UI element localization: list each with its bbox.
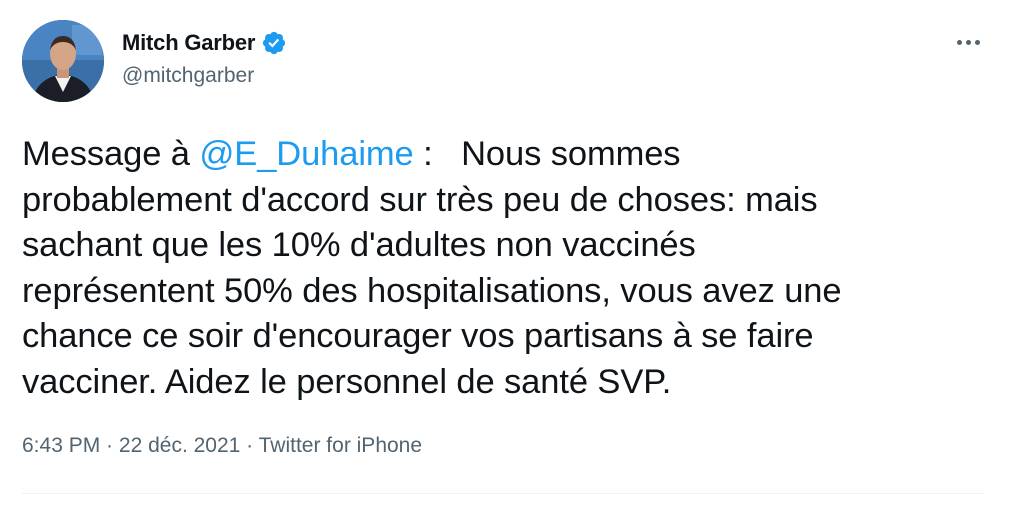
author-display-name[interactable]: Mitch Garber	[122, 30, 255, 56]
more-dot	[965, 39, 971, 45]
verified-badge-icon	[261, 30, 287, 56]
author-handle[interactable]: @mitchgarber	[122, 64, 254, 88]
tweet-text-line-2: probablement d'accord sur très peu de ch…	[22, 180, 818, 219]
more-dot	[974, 39, 980, 45]
divider	[22, 493, 984, 494]
avatar[interactable]	[22, 20, 104, 102]
tweet-text-line-3: sachant que les 10% d'adultes non vaccin…	[22, 226, 696, 265]
more-options-icon[interactable]	[950, 28, 986, 56]
tweet-time[interactable]: 6:43 PM	[22, 434, 100, 457]
tweet-card: Mitch Garber @mitchgarber Message à @E_D…	[0, 0, 1016, 512]
tweet-text-line-5: chance ce soir d'encourager vos partisan…	[22, 317, 814, 356]
meta-separator: ·	[240, 434, 259, 457]
tweet-meta: 6:43 PM · 22 déc. 2021 · Twitter for iPh…	[22, 434, 422, 458]
mention-link[interactable]: @E_Duhaime	[199, 135, 413, 173]
tweet-text-line-6: vacciner. Aidez le personnel de santé SV…	[22, 362, 672, 401]
tweet-text-prefix: Message à	[22, 135, 200, 173]
tweet-text-line-4: représentent 50% des hospitalisations, v…	[22, 271, 842, 310]
author-name-row: Mitch Garber	[122, 28, 287, 58]
more-dot	[956, 39, 962, 45]
avatar-image	[22, 20, 104, 102]
tweet-text-suffix: : Nous sommes	[413, 135, 681, 173]
tweet-source[interactable]: Twitter for iPhone	[259, 434, 422, 457]
tweet-text: Message à @E_Duhaime : Nous sommes proba…	[22, 132, 997, 406]
tweet-date[interactable]: 22 déc. 2021	[119, 434, 240, 457]
meta-separator: ·	[100, 434, 119, 457]
tweet-text-line-1: Message à @E_Duhaime : Nous sommes	[22, 132, 997, 178]
